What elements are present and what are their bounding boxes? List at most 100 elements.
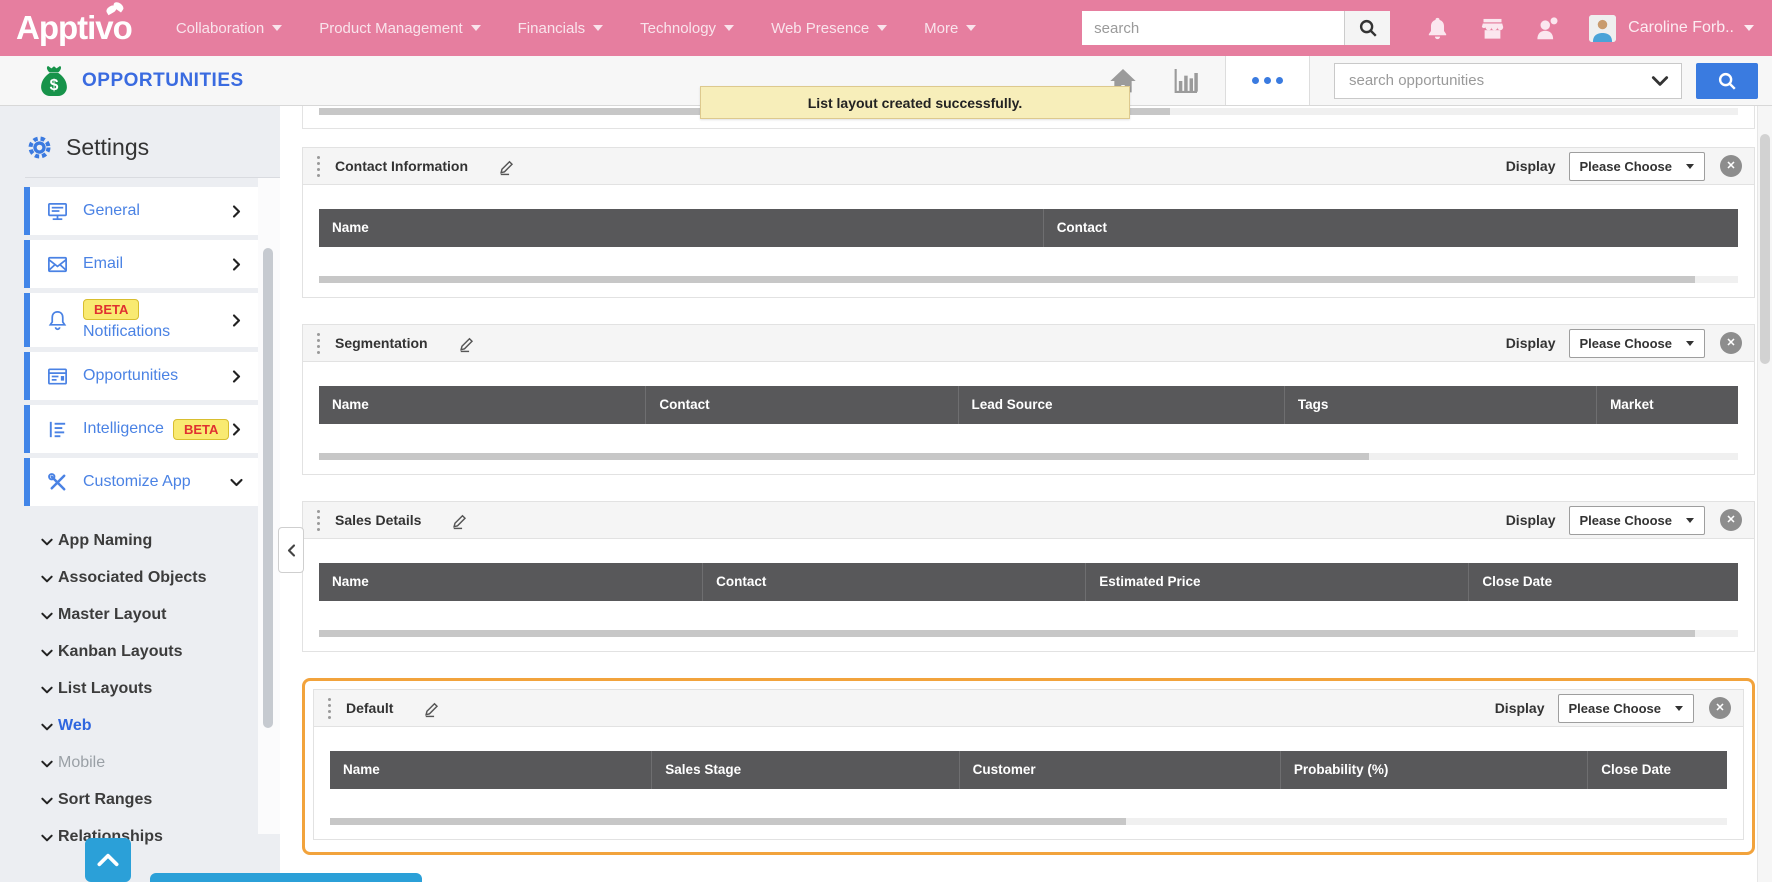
column-header-probability-[interactable]: Probability (%) bbox=[1280, 751, 1587, 789]
chevron-right-icon bbox=[229, 369, 244, 384]
h-scrollbar-thumb[interactable] bbox=[330, 818, 1126, 825]
chevron-down-icon bbox=[40, 646, 54, 660]
drag-handle-icon[interactable] bbox=[317, 156, 320, 177]
topbar-nav-item[interactable]: Collaboration bbox=[176, 20, 282, 37]
column-header-contact[interactable]: Contact bbox=[702, 563, 1085, 601]
sidebar-item-intelligence[interactable]: Intelligence BETA bbox=[24, 405, 258, 453]
topbar-icons bbox=[1424, 15, 1616, 42]
column-header-close-date[interactable]: Close Date bbox=[1587, 751, 1727, 789]
search-options-chevron-icon[interactable] bbox=[1650, 71, 1670, 91]
column-header-market[interactable]: Market bbox=[1596, 386, 1738, 424]
drag-handle-icon[interactable] bbox=[317, 510, 320, 531]
chevron-down-icon bbox=[229, 475, 244, 490]
column-header-name[interactable]: Name bbox=[319, 209, 1043, 247]
settings-menu: General Email BETA Notifications Opportu… bbox=[24, 187, 258, 506]
please-choose-dropdown[interactable]: Please Choose bbox=[1558, 694, 1695, 723]
column-header-name[interactable]: Name bbox=[330, 751, 651, 789]
sidebar-subitem-kanban-layouts[interactable]: Kanban Layouts bbox=[58, 643, 280, 661]
please-choose-dropdown[interactable]: Please Choose bbox=[1569, 152, 1706, 181]
app-search-input[interactable] bbox=[1334, 63, 1682, 99]
sidebar-item-general[interactable]: General bbox=[24, 187, 258, 235]
subitem-label: Master Layout bbox=[58, 606, 166, 623]
drag-handle-icon[interactable] bbox=[328, 698, 331, 719]
referral-person-icon[interactable] bbox=[1534, 15, 1561, 42]
global-search bbox=[1082, 11, 1390, 45]
scroll-top-button[interactable] bbox=[85, 838, 131, 882]
topbar-nav-item[interactable]: More bbox=[924, 20, 976, 37]
sidebar-collapse-handle[interactable] bbox=[278, 527, 304, 573]
column-header-lead-source[interactable]: Lead Source bbox=[958, 386, 1284, 424]
remove-section-button[interactable]: ✕ bbox=[1720, 509, 1742, 531]
display-label: Display bbox=[1506, 335, 1556, 351]
subitem-label: Sort Ranges bbox=[58, 791, 152, 808]
apptivo-logo[interactable]: Apptivo bbox=[16, 9, 146, 47]
sidebar-subitem-app-naming[interactable]: App Naming bbox=[58, 532, 280, 550]
column-header-customer[interactable]: Customer bbox=[959, 751, 1280, 789]
more-options-ellipsis[interactable] bbox=[1225, 56, 1310, 105]
column-header-sales-stage[interactable]: Sales Stage bbox=[651, 751, 958, 789]
chart-icon[interactable] bbox=[1169, 65, 1201, 97]
h-scrollbar-track bbox=[319, 453, 1738, 460]
section-body: NameSales StageCustomerProbability (%)Cl… bbox=[314, 727, 1743, 839]
topbar-nav-item[interactable]: Financials bbox=[518, 20, 604, 37]
please-choose-dropdown[interactable]: Please Choose bbox=[1569, 329, 1706, 358]
topbar-nav-item[interactable]: Technology bbox=[640, 20, 734, 37]
h-scrollbar-thumb[interactable] bbox=[319, 630, 1695, 637]
please-choose-dropdown[interactable]: Please Choose bbox=[1569, 506, 1706, 535]
app-store-icon[interactable] bbox=[1479, 15, 1506, 42]
column-header-name[interactable]: Name bbox=[319, 563, 702, 601]
sidebar-subitem-associated-objects[interactable]: Associated Objects bbox=[58, 569, 280, 587]
sidebar-scrollbar-thumb[interactable] bbox=[263, 248, 273, 728]
column-header-tags[interactable]: Tags bbox=[1284, 386, 1596, 424]
sidebar-item-email[interactable]: Email bbox=[24, 240, 258, 288]
h-scrollbar-thumb[interactable] bbox=[319, 276, 1695, 283]
edit-pencil-icon[interactable] bbox=[458, 334, 477, 353]
notifications-bell-icon[interactable] bbox=[1424, 15, 1451, 42]
remove-section-button[interactable]: ✕ bbox=[1720, 155, 1742, 177]
sidebar-item-notifications[interactable]: BETA Notifications bbox=[24, 293, 258, 347]
chevron-right-icon bbox=[229, 422, 244, 437]
column-header-row: NameContactLead SourceTagsMarket bbox=[319, 386, 1738, 424]
subitem-label: Associated Objects bbox=[58, 569, 207, 586]
sidebar-item-opportunities[interactable]: Opportunities bbox=[24, 352, 258, 400]
global-search-button[interactable] bbox=[1344, 11, 1390, 45]
sidebar-subitem-mobile[interactable]: Mobile bbox=[58, 754, 280, 772]
bottom-popup-bar[interactable] bbox=[150, 873, 422, 882]
user-menu[interactable]: Caroline Forb.. bbox=[1628, 19, 1754, 37]
app-search-button[interactable] bbox=[1696, 63, 1758, 99]
empty-row bbox=[319, 601, 1738, 630]
sidebar-subitem-web[interactable]: Web bbox=[58, 717, 280, 735]
column-header-contact[interactable]: Contact bbox=[645, 386, 957, 424]
global-search-input[interactable] bbox=[1082, 11, 1344, 45]
section-body: NameContactEstimated PriceClose Date bbox=[303, 539, 1754, 651]
sidebar-subitem-master-layout[interactable]: Master Layout bbox=[58, 606, 280, 624]
user-name: Caroline Forb.. bbox=[1628, 19, 1734, 37]
gear-icon bbox=[26, 134, 53, 161]
topbar-nav-item[interactable]: Product Management bbox=[319, 20, 480, 37]
nav-label: Collaboration bbox=[176, 20, 264, 37]
remove-section-button[interactable]: ✕ bbox=[1720, 332, 1742, 354]
menu-item-label: Customize App bbox=[83, 473, 191, 491]
column-header-estimated-price[interactable]: Estimated Price bbox=[1085, 563, 1468, 601]
section-header: Segmentation Display Please Choose ✕ bbox=[303, 325, 1754, 362]
h-scrollbar-thumb[interactable] bbox=[319, 453, 1369, 460]
sidebar-item-customize-app[interactable]: Customize App bbox=[24, 458, 258, 506]
edit-pencil-icon[interactable] bbox=[451, 511, 470, 530]
settings-header: Settings bbox=[0, 106, 280, 177]
column-header-close-date[interactable]: Close Date bbox=[1468, 563, 1738, 601]
page-scrollbar-thumb[interactable] bbox=[1760, 134, 1770, 364]
column-header-contact[interactable]: Contact bbox=[1043, 209, 1738, 247]
column-header-name[interactable]: Name bbox=[319, 386, 645, 424]
user-avatar[interactable] bbox=[1589, 15, 1616, 42]
section-title: Sales Details bbox=[335, 512, 421, 528]
sidebar-subitem-list-layouts[interactable]: List Layouts bbox=[58, 680, 280, 698]
chevron-right-icon bbox=[229, 313, 244, 328]
edit-pencil-icon[interactable] bbox=[423, 699, 442, 718]
sidebar-subitem-sort-ranges[interactable]: Sort Ranges bbox=[58, 791, 280, 809]
edit-pencil-icon[interactable] bbox=[498, 157, 517, 176]
topbar-nav-item[interactable]: Web Presence bbox=[771, 20, 887, 37]
tools-icon bbox=[46, 471, 69, 494]
remove-section-button[interactable]: ✕ bbox=[1709, 697, 1731, 719]
drag-handle-icon[interactable] bbox=[317, 333, 320, 354]
section-body: NameContact bbox=[303, 185, 1754, 297]
